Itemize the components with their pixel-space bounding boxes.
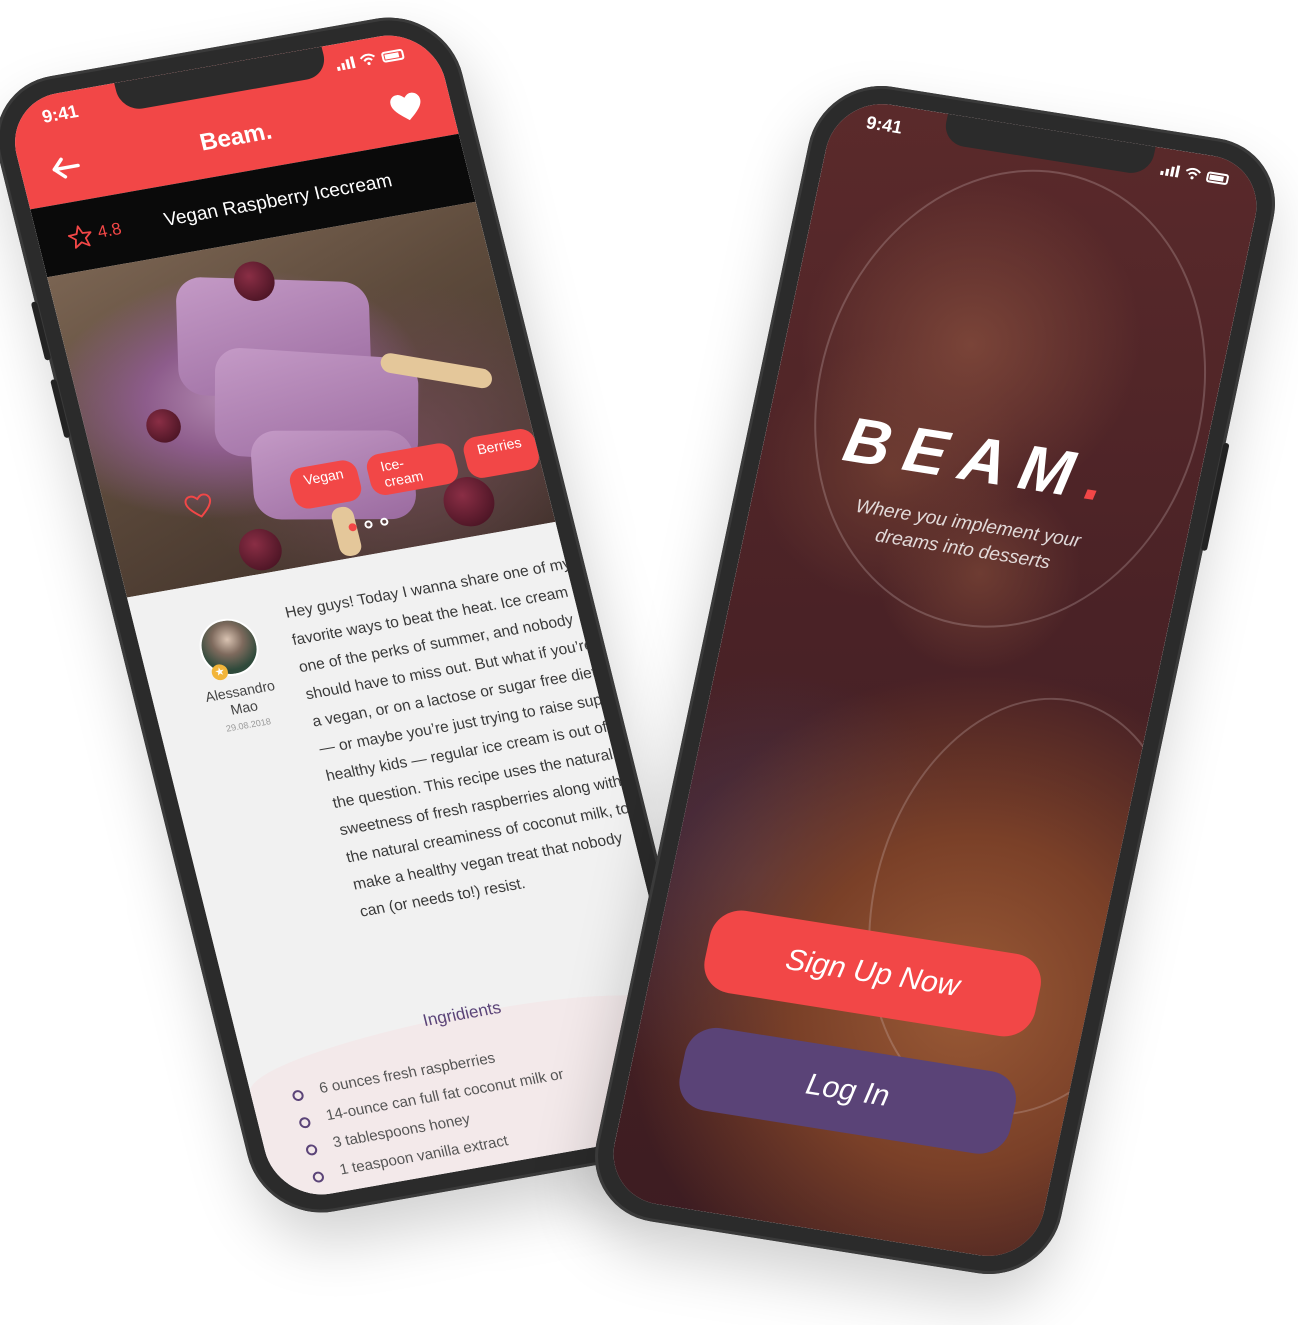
wifi-icon	[359, 53, 375, 66]
status-icons	[335, 48, 405, 72]
signal-icon	[335, 56, 356, 72]
status-time: 9:41	[864, 111, 905, 138]
favorite-heart-icon[interactable]	[385, 87, 429, 128]
raspberry	[234, 525, 287, 574]
instructions-title: Instructions	[489, 1166, 580, 1201]
back-arrow-icon[interactable]	[43, 147, 87, 188]
author[interactable]: ★ Alessandro Mao 29.08.2018	[178, 611, 294, 737]
battery-icon	[1205, 170, 1230, 185]
tag-berries[interactable]: Berries	[460, 426, 542, 481]
power-button	[1200, 442, 1230, 552]
battery-icon	[380, 48, 405, 63]
star-icon	[67, 224, 92, 249]
status-icons	[1159, 163, 1230, 185]
star-badge-icon: ★	[210, 663, 230, 682]
recipe-screen: 9:41 Beam. 4.8 Vegan Raspberry Icecream …	[3, 27, 707, 1203]
stage: 9:41 Beam. 4.8 Vegan Raspberry Icecream …	[0, 0, 1298, 1325]
rating: 4.8	[66, 218, 125, 250]
volume-button	[50, 379, 71, 439]
volume-button	[30, 301, 52, 361]
landing-screen: 9:41 BEAM. Where you implement your drea…	[603, 96, 1267, 1264]
wifi-icon	[1185, 167, 1202, 180]
rating-value: 4.8	[95, 219, 124, 242]
recipe-description: Hey guys! Today I wanna share one of my …	[283, 555, 631, 921]
status-time: 9:41	[39, 100, 81, 127]
carousel-dot[interactable]	[379, 517, 390, 527]
raspberry	[142, 406, 185, 446]
signal-icon	[1159, 163, 1181, 178]
phone-landing: 9:41 BEAM. Where you implement your drea…	[581, 75, 1289, 1285]
avatar: ★	[193, 614, 265, 682]
like-heart-icon[interactable]	[182, 492, 217, 526]
carousel-dot[interactable]	[347, 522, 358, 532]
carousel-dot[interactable]	[363, 519, 374, 530]
app-title: Beam.	[197, 117, 275, 157]
